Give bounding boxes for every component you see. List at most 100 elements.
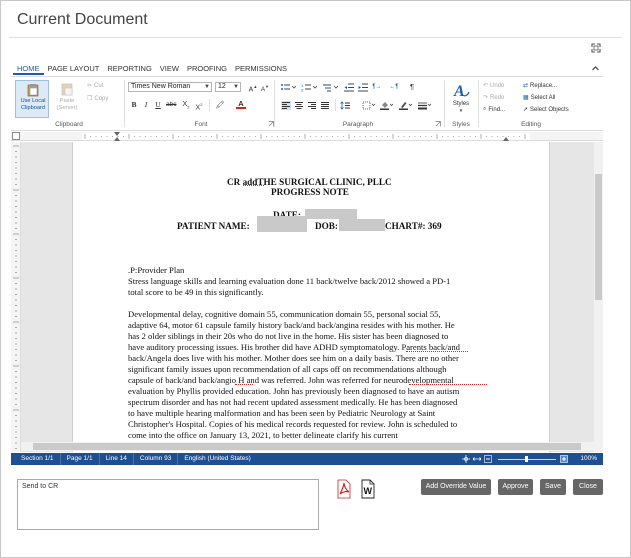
ribbon-toolbar: Use Local Clipboard Paste (Server) ✂ Cut… [11, 76, 603, 131]
tab-proofing[interactable]: PROOFING [183, 63, 231, 75]
vertical-scrollbar[interactable] [594, 142, 603, 452]
fullscreen-icon[interactable] [591, 43, 601, 53]
paragraph-2-line: spectrum disorder and has not had recent… [128, 397, 458, 407]
bullets-icon[interactable] [280, 83, 296, 92]
select-all-button[interactable]: ▦ Select All [523, 94, 555, 102]
right-to-left-icon[interactable]: ←¶ [389, 82, 399, 92]
justify-icon[interactable] [320, 101, 330, 110]
redo-button[interactable]: ↷ Redo [483, 94, 505, 102]
borders-icon[interactable] [362, 101, 376, 110]
binoculars-icon: ⌕ [483, 106, 487, 112]
fit-width-icon[interactable] [473, 455, 482, 463]
select-objects-button[interactable]: ➚ Select Objects [523, 106, 569, 114]
pen-color-icon[interactable] [399, 101, 413, 110]
spelling-error-underline [409, 384, 487, 385]
numbering-icon[interactable]: 12 [301, 83, 317, 92]
border-line-icon[interactable] [418, 101, 432, 110]
highlight-color-icon[interactable]: 🖍 [215, 100, 225, 110]
shading-icon[interactable] [380, 101, 394, 110]
font-family-select[interactable]: Times New Roman ▼ [128, 82, 212, 92]
font-color-icon[interactable]: A [236, 99, 246, 109]
bold-button[interactable]: B [129, 100, 139, 110]
vruler-ticks [13, 145, 19, 449]
underline-button[interactable]: U [153, 100, 163, 110]
replace-label: Replace... [530, 82, 558, 89]
chart-number: CHART#: 369 [385, 221, 442, 231]
paragraph-1-line: total score to be 49 in this significant… [128, 287, 264, 297]
patient-name-label: PATIENT NAME: [177, 221, 250, 231]
replace-button[interactable]: ⇄ Replace... [523, 82, 558, 90]
status-page: Page 1/1 [61, 453, 100, 465]
divider [478, 80, 479, 127]
horizontal-ruler[interactable] [11, 132, 603, 141]
chevron-down-icon: ▼ [458, 108, 464, 113]
find-button[interactable]: ⌕ Find... [483, 106, 505, 113]
undo-button[interactable]: ↶ Undo [483, 82, 505, 90]
document-editor[interactable]: CR addTHE SURGICAL CLINIC, PLLC PROGRESS… [21, 142, 594, 452]
approve-button[interactable]: Approve [498, 479, 533, 495]
strikethrough-button[interactable]: abc [166, 100, 176, 110]
font-size-select[interactable]: 12 ▼ [215, 82, 241, 92]
decrease-indent-icon[interactable] [344, 83, 354, 92]
move-view-icon[interactable] [462, 455, 471, 463]
redacted-patient-name [257, 216, 307, 232]
undo-label: Undo [490, 82, 505, 89]
use-local-clipboard-button[interactable]: Use Local Clipboard [15, 80, 49, 118]
increase-indent-icon[interactable] [358, 83, 368, 92]
pdf-icon[interactable] [335, 479, 353, 499]
vertical-ruler[interactable] [11, 142, 21, 452]
zoom-slider[interactable] [498, 453, 557, 465]
dialog-launcher-icon[interactable] [268, 121, 274, 127]
close-button[interactable]: Close [573, 479, 603, 495]
tab-permissions[interactable]: PERMISSIONS [231, 63, 291, 75]
shrink-font-icon[interactable]: A▼ [260, 82, 270, 93]
tab-page-layout[interactable]: PAGE LAYOUT [44, 63, 104, 75]
redacted-date [305, 209, 357, 219]
zoom-slider-thumb[interactable] [525, 456, 529, 462]
subscript-button[interactable]: X2 [181, 100, 191, 110]
copy-button[interactable]: ❐ Copy [87, 95, 108, 103]
collapse-ribbon-icon[interactable] [591, 64, 600, 73]
dialog-launcher-icon[interactable] [435, 121, 441, 127]
tab-reporting[interactable]: REPORTING [103, 63, 155, 75]
align-left-icon[interactable] [281, 101, 291, 110]
comment-text: Send to CR [22, 483, 59, 490]
svg-text:W: W [364, 486, 373, 496]
zoom-in-icon[interactable] [560, 455, 569, 463]
tab-stop-selector[interactable] [12, 132, 20, 140]
add-override-value-button[interactable]: Add Override Value [421, 479, 491, 495]
zoom-out-icon[interactable] [484, 455, 493, 463]
comment-textarea[interactable]: Send to CR [17, 479, 319, 530]
styles-button[interactable]: A Styles ▼ [448, 80, 474, 118]
italic-button[interactable]: I [141, 100, 151, 110]
multilevel-list-icon[interactable] [322, 83, 338, 92]
grow-font-icon[interactable]: A▲ [248, 82, 258, 93]
status-section: Section 1/1 [11, 453, 61, 465]
save-button[interactable]: Save [540, 479, 566, 495]
left-to-right-icon[interactable]: ¶→ [372, 82, 382, 92]
tab-home[interactable]: HOME [13, 63, 44, 75]
select-objects-label: Select Objects [530, 106, 569, 113]
zoom-level: 100% [580, 455, 597, 462]
cut-button[interactable]: ✂ Cut [87, 82, 103, 90]
show-formatting-icon[interactable]: ¶ [407, 82, 417, 92]
horizontal-scrollbar-thumb[interactable] [33, 443, 581, 450]
word-document-icon[interactable]: W [358, 479, 376, 499]
paste-button[interactable]: Paste (Server) [53, 80, 81, 118]
redo-label: Redo [490, 94, 505, 101]
paste-icon [61, 83, 73, 96]
superscript-button[interactable]: X2 [194, 100, 204, 111]
horizontal-scrollbar[interactable] [21, 442, 594, 451]
vertical-scrollbar-thumb[interactable] [595, 174, 602, 300]
align-right-icon[interactable] [307, 101, 317, 110]
status-column: Column 93 [134, 453, 179, 465]
divider [444, 80, 445, 127]
svg-text:A: A [453, 83, 465, 99]
use-local-clipboard-label: Use Local Clipboard [20, 98, 46, 111]
tab-view[interactable]: VIEW [156, 63, 183, 75]
paragraph-1-line: Stress language skills and learning eval… [128, 276, 451, 286]
document-page[interactable]: CR addTHE SURGICAL CLINIC, PLLC PROGRESS… [72, 142, 550, 452]
line-spacing-icon[interactable] [340, 101, 354, 110]
paragraph-2-line: evaluation by Phyllis provided education… [128, 386, 460, 396]
align-center-icon[interactable] [294, 101, 304, 110]
